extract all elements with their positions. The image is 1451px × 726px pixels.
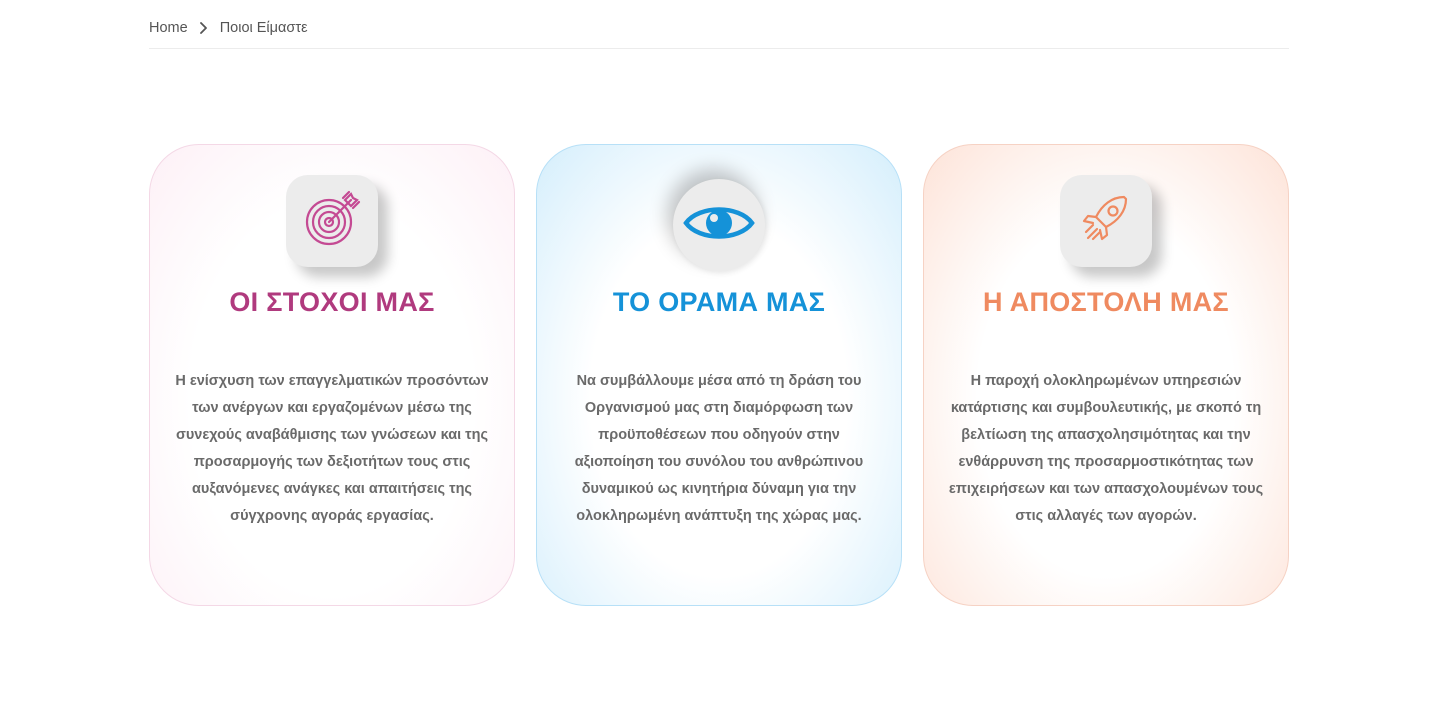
chevron-right-icon bbox=[188, 22, 220, 34]
card-mission-title: Η ΑΠΟΣΤΟΛΗ ΜΑΣ bbox=[983, 287, 1229, 317]
target-icon bbox=[303, 190, 361, 253]
card-goals-icon-box bbox=[286, 175, 378, 267]
card-goals-title: ΟΙ ΣΤΟΧΟΙ ΜΑΣ bbox=[229, 287, 435, 317]
card-mission-text: Η παροχή ολοκληρωμένων υπηρεσιών κατάρτι… bbox=[948, 373, 1264, 524]
card-vision-title: ΤΟ ΟΡΑΜΑ ΜΑΣ bbox=[612, 287, 826, 317]
breadcrumb: Home Ποιοι Είμαστε bbox=[149, 12, 1289, 49]
card-goals-text: Η ενίσχυση των επαγγελματικών προσόντων … bbox=[175, 373, 489, 524]
card-vision-text: Να συμβάλλουμε μέσα από τη δράση του Οργ… bbox=[574, 373, 864, 524]
breadcrumb-current: Ποιοι Είμαστε bbox=[219, 20, 308, 36]
eye-icon bbox=[683, 201, 755, 250]
about-cards: ΟΙ ΣΤΟΧΟΙ ΜΑΣ Η ενίσχυση των επαγγελματι… bbox=[149, 144, 1289, 606]
card-vision: ΤΟ ΟΡΑΜΑ ΜΑΣ Να συμβάλλουμε μέσα από τη … bbox=[536, 144, 902, 606]
breadcrumb-home-link[interactable]: Home bbox=[149, 20, 188, 36]
card-mission: Η ΑΠΟΣΤΟΛΗ ΜΑΣ Η παροχή ολοκληρωμένων υπ… bbox=[923, 144, 1289, 606]
card-vision-icon-box bbox=[673, 179, 765, 271]
rocket-icon bbox=[1078, 191, 1134, 252]
card-goals: ΟΙ ΣΤΟΧΟΙ ΜΑΣ Η ενίσχυση των επαγγελματι… bbox=[149, 144, 515, 606]
card-mission-icon-box bbox=[1060, 175, 1152, 267]
